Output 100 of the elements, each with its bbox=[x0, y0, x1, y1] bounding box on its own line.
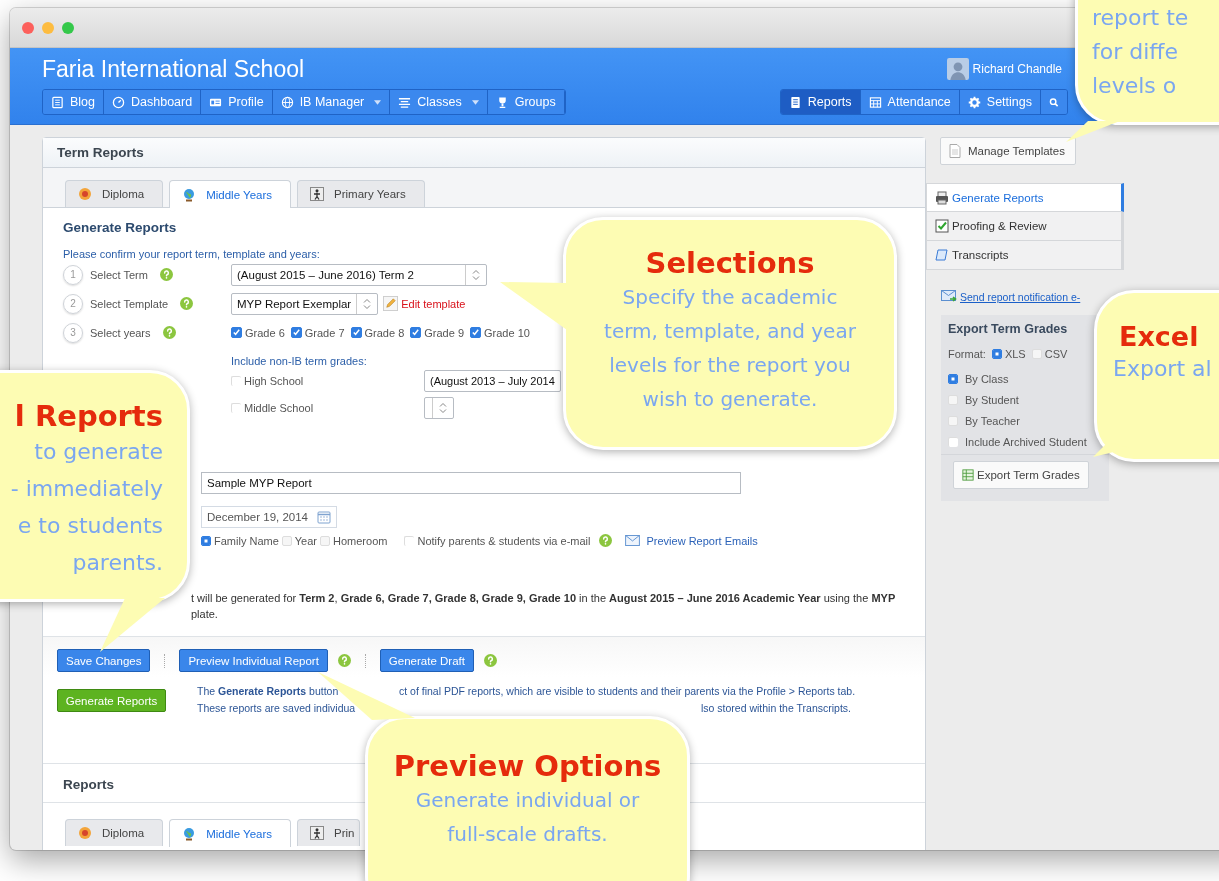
spreadsheet-icon bbox=[962, 468, 974, 482]
summary-text: t will be generated for Term 2, Grade 6, Grade 7, Grade 8, Grade 9, Grade 10 in the August 2015 – June 2016 Academic Year using the MYP bbox=[191, 592, 897, 604]
globe-icon bbox=[182, 826, 197, 841]
export-button[interactable]: Export Term Grades bbox=[953, 461, 1089, 489]
description-text: The Generate Reports button bbox=[197, 684, 340, 699]
nav-button[interactable]: Dashboard bbox=[104, 90, 202, 114]
checkbox[interactable] bbox=[290, 327, 302, 338]
preview-emails-link[interactable]: Preview Report Emails bbox=[646, 534, 758, 547]
year-select[interactable]: (August 2013 – July 2014 bbox=[424, 369, 561, 392]
help-icon[interactable] bbox=[483, 654, 497, 667]
radio-label: Year bbox=[294, 534, 318, 547]
list-icon bbox=[398, 95, 412, 109]
callout-title: Excel bbox=[1119, 321, 1200, 352]
generate-draft-button[interactable]: Generate Draft bbox=[379, 649, 474, 672]
edit-template-link[interactable]: Edit template bbox=[401, 297, 466, 310]
tab[interactable]: Prin bbox=[297, 819, 360, 846]
nav-button[interactable]: Blog bbox=[43, 90, 105, 114]
callout-text: Export al bbox=[1113, 355, 1213, 383]
stepper-icon bbox=[363, 297, 372, 310]
help-icon[interactable] bbox=[180, 297, 194, 310]
minimize-button[interactable] bbox=[42, 21, 54, 34]
help-icon[interactable] bbox=[162, 326, 176, 339]
person-icon bbox=[310, 826, 325, 840]
gauge-icon bbox=[112, 95, 126, 109]
nav-button[interactable]: Attendance bbox=[860, 90, 960, 114]
help-icon[interactable] bbox=[599, 534, 613, 547]
description-text: lso stored within the Transcripts. bbox=[701, 701, 851, 716]
callout-text: e to students bbox=[16, 512, 163, 540]
radio-button[interactable] bbox=[948, 373, 958, 384]
sidebar-item[interactable]: Proofing & Review bbox=[926, 212, 1124, 241]
nav-button[interactable]: Classes bbox=[390, 90, 488, 114]
radio-label: By Class bbox=[965, 372, 1009, 385]
callout-text: Generate individual or bbox=[414, 787, 641, 814]
checkbox[interactable] bbox=[350, 327, 362, 338]
callout-title: Preview Options bbox=[392, 749, 663, 783]
nav-button[interactable]: Groups bbox=[487, 90, 565, 114]
nav-button[interactable]: IB Manager bbox=[272, 90, 391, 114]
radio-label: Homeroom bbox=[333, 534, 388, 547]
nav-button[interactable]: Profile bbox=[201, 90, 273, 114]
callout-text: Specify the academic bbox=[621, 284, 839, 311]
radio-label: By Teacher bbox=[965, 414, 1020, 427]
envelope-icon bbox=[941, 290, 957, 303]
person-icon bbox=[310, 187, 325, 201]
notification-link[interactable]: Send report notification e- bbox=[960, 290, 1081, 303]
manage-templates-button[interactable]: Manage Templates bbox=[940, 137, 1076, 165]
medal-icon bbox=[78, 826, 92, 840]
radio-label: By Student bbox=[965, 393, 1019, 406]
settings-icon bbox=[967, 95, 981, 109]
callout-title: l Reports bbox=[13, 399, 163, 433]
callout-title: Selections bbox=[644, 246, 816, 280]
user-name[interactable]: Richard Chandle bbox=[972, 62, 1062, 76]
checkbox[interactable] bbox=[410, 327, 422, 338]
callout-text: term, template, and year bbox=[603, 318, 857, 345]
preview-report-button[interactable]: Preview Individual Report bbox=[179, 649, 328, 672]
checkbox-label: High School bbox=[244, 374, 304, 387]
year-select[interactable] bbox=[424, 396, 454, 419]
tab[interactable]: Diploma bbox=[65, 819, 164, 846]
close-button[interactable] bbox=[22, 21, 34, 34]
checkbox-label: Grade 8 bbox=[364, 326, 405, 339]
callout-text: levels for the report you bbox=[608, 352, 852, 379]
radio-label: XLS bbox=[1004, 348, 1026, 360]
instruction-text: Please confirm your report term, template and years: bbox=[63, 248, 321, 260]
radio-button[interactable] bbox=[991, 349, 1002, 359]
sidebar-item[interactable]: Transcripts bbox=[926, 241, 1124, 270]
nav-button[interactable]: Settings bbox=[959, 90, 1041, 114]
search-icon bbox=[1049, 95, 1059, 109]
radio-label: CSV bbox=[1044, 348, 1068, 360]
term-select[interactable]: (August 2015 – June 2016) Term 2 bbox=[231, 263, 487, 286]
radio-button[interactable] bbox=[201, 535, 211, 546]
pencil-icon bbox=[383, 296, 399, 311]
checkbox[interactable] bbox=[470, 327, 481, 338]
report-name-field[interactable]: Sample MYP Report bbox=[201, 472, 741, 494]
checkbox-label: Grade 7 bbox=[304, 326, 345, 339]
zoom-button[interactable] bbox=[62, 21, 74, 34]
tab[interactable]: Middle Years bbox=[169, 819, 292, 847]
tab[interactable]: Diploma bbox=[65, 180, 164, 207]
search-button[interactable] bbox=[1041, 90, 1067, 114]
save-changes-button[interactable]: Save Changes bbox=[57, 649, 151, 672]
checkbox-label: Grade 9 bbox=[424, 326, 464, 339]
callout-text: to generate bbox=[33, 438, 163, 466]
sidebar-item[interactable]: Generate Reports bbox=[926, 183, 1124, 212]
callout-text: report te bbox=[1092, 4, 1190, 32]
help-icon[interactable] bbox=[337, 654, 351, 667]
medal-icon bbox=[78, 187, 92, 201]
checkbox-label: Notify parents & students via e-mail bbox=[417, 534, 591, 547]
template-select[interactable]: MYP Report Exemplar bbox=[231, 292, 379, 315]
callout-text: for diffe bbox=[1092, 38, 1179, 66]
callout-text: parents. bbox=[71, 549, 163, 577]
tab[interactable]: Middle Years bbox=[169, 180, 292, 208]
school-name: Faria International School bbox=[42, 55, 305, 83]
document-icon bbox=[949, 144, 961, 158]
tab[interactable]: Primary Years bbox=[297, 180, 425, 207]
checkbox[interactable] bbox=[231, 327, 242, 338]
help-icon[interactable] bbox=[159, 268, 173, 281]
nav-button[interactable]: Reports bbox=[780, 90, 861, 114]
date-field[interactable]: December 19, 2014 bbox=[201, 506, 337, 528]
checkbox-label: Grade 10 bbox=[484, 326, 530, 339]
stepper-icon bbox=[439, 401, 447, 414]
book-icon bbox=[51, 95, 64, 109]
section-title: Generate Reports bbox=[63, 220, 178, 235]
